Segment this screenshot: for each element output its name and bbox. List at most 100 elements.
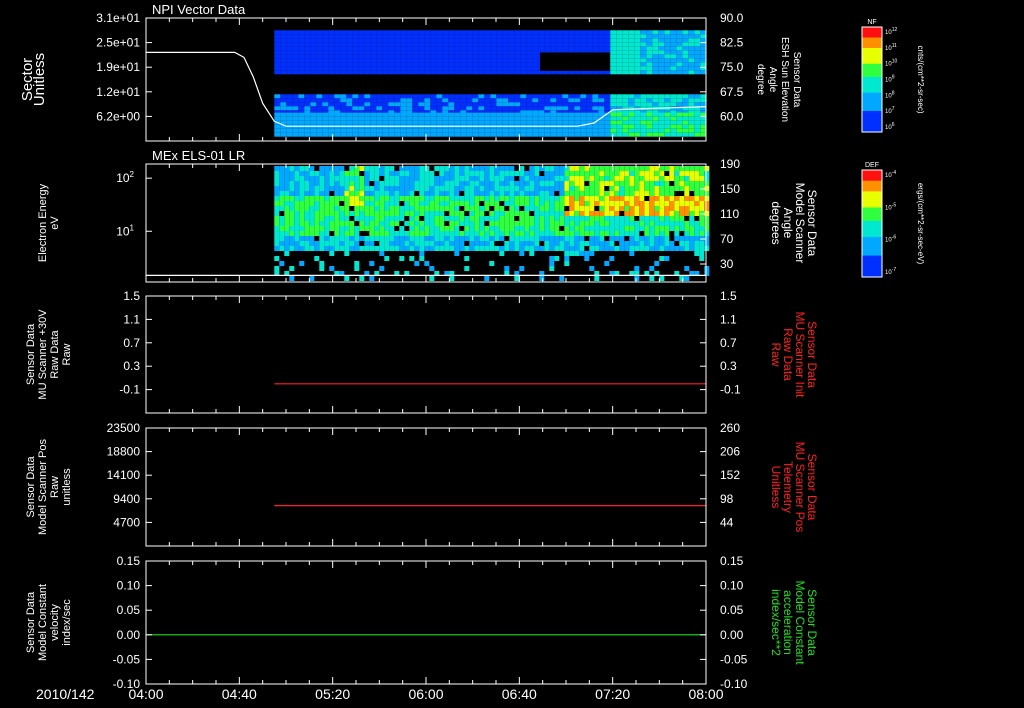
spectrogram-cell: [340, 54, 347, 59]
spectrogram-cell: [418, 94, 425, 99]
spectrogram-cell: [679, 241, 685, 246]
spectrogram-cell: [616, 70, 623, 75]
spectrogram-cell: [502, 58, 509, 63]
spectrogram-cell: [652, 94, 659, 99]
spectrogram-cell: [652, 58, 659, 63]
spectrogram-cell: [394, 66, 401, 71]
spectrogram-cell: [532, 120, 539, 125]
spectrogram-cell: [298, 94, 305, 99]
spectrogram-cell: [292, 30, 299, 35]
spectrogram-cell: [689, 166, 695, 171]
spectrogram-cell: [388, 50, 395, 55]
spectrogram-cell: [534, 196, 540, 201]
spectrogram-cell: [494, 181, 500, 186]
spectrogram-cell: [394, 102, 401, 107]
spectrogram-cell: [484, 102, 491, 107]
spectrogram-cell: [529, 201, 535, 206]
spectrogram-cell: [514, 196, 520, 201]
spectrogram-cell: [284, 181, 290, 186]
spectrogram-cell: [549, 236, 555, 241]
spectrogram-cell: [299, 201, 305, 206]
spectrogram-cell: [418, 66, 425, 71]
spectrogram-cell: [646, 34, 653, 39]
spectrogram-cell: [334, 211, 340, 216]
spectrogram-cell: [652, 42, 659, 47]
spectrogram-cell: [339, 186, 345, 191]
spectrogram-cell: [388, 38, 395, 43]
spectrogram-cell: [314, 226, 320, 231]
spectrogram-cell: [526, 106, 533, 111]
spectrogram-cell: [479, 211, 485, 216]
spectrogram-cell: [534, 211, 540, 216]
spectrogram-cell: [609, 241, 615, 246]
spectrogram-cell: [424, 46, 431, 51]
spectrogram-cell: [519, 216, 525, 221]
spectrogram-cell: [382, 116, 389, 121]
spectrogram-cell: [404, 231, 410, 236]
spectrogram-cell: [322, 116, 329, 121]
spectrogram-cell: [544, 241, 550, 246]
spectrogram-cell: [534, 231, 540, 236]
spectrogram-cell: [569, 226, 575, 231]
spectrogram-cell: [509, 191, 515, 196]
spectrogram-cell: [358, 102, 365, 107]
spectrogram-cell: [424, 186, 430, 191]
spectrogram-cell: [274, 206, 280, 211]
spectrogram-cell: [592, 42, 599, 47]
spectrogram-cell: [664, 181, 670, 186]
spectrogram-cell: [454, 66, 461, 71]
spectrogram-cell: [532, 98, 539, 103]
spectrogram-cell: [628, 124, 635, 129]
y2-tick-label: 67.5: [720, 85, 744, 99]
spectrogram-cell: [644, 221, 650, 226]
spectrogram-cell: [538, 38, 545, 43]
spectrogram-cell: [484, 30, 491, 35]
spectrogram-cell: [502, 34, 509, 39]
spectrogram-cell: [274, 34, 281, 39]
spectrogram-cell: [599, 201, 605, 206]
spectrogram-cell: [586, 116, 593, 121]
spectrogram-cell: [454, 211, 460, 216]
spectrogram-cell: [594, 231, 600, 236]
spectrogram-cell: [322, 98, 329, 103]
spectrogram-cell: [676, 128, 683, 133]
spectrogram-cell: [298, 112, 305, 117]
spectrogram-cell: [579, 166, 585, 171]
spectrogram-cell: [329, 251, 335, 256]
spectrogram-cell: [674, 196, 680, 201]
spectrogram-cell: [370, 128, 377, 133]
spectrogram-cell: [682, 128, 689, 133]
spectrogram-cell: [424, 38, 431, 43]
spectrogram-cell: [634, 206, 640, 211]
spectrogram-cell: [412, 112, 419, 117]
y-tick-label: 0.10: [117, 579, 141, 593]
spectrogram-cell: [592, 34, 599, 39]
spectrogram-cell: [580, 132, 587, 137]
spectrogram-cell: [514, 58, 521, 63]
spectrogram-cell: [284, 246, 290, 251]
spectrogram-cell: [376, 102, 383, 107]
spectrogram-cell: [499, 166, 505, 171]
spectrogram-cell: [599, 191, 605, 196]
spectrogram-cell: [460, 30, 467, 35]
spectrogram-cell: [464, 196, 470, 201]
spectrogram-cell: [379, 171, 385, 176]
spectrogram-cell: [478, 38, 485, 43]
spectrogram-cell: [454, 50, 461, 55]
spectrogram-cell: [412, 38, 419, 43]
spectrogram-cell: [494, 226, 500, 231]
spectrogram-cell: [359, 211, 365, 216]
spectrogram-cell: [604, 171, 610, 176]
spectrogram-cell: [628, 62, 635, 67]
spectrogram-cell: [472, 34, 479, 39]
spectrogram-cell: [664, 206, 670, 211]
spectrogram-cell: [508, 106, 515, 111]
spectrogram-cell: [539, 176, 545, 181]
spectrogram-cell: [349, 176, 355, 181]
spectrogram-cell: [484, 54, 491, 59]
spectrogram-cell: [520, 120, 527, 125]
spectrogram-cell: [629, 216, 635, 221]
spectrogram-cell: [454, 201, 460, 206]
spectrogram-cell: [478, 116, 485, 121]
spectrogram-cell: [524, 236, 530, 241]
